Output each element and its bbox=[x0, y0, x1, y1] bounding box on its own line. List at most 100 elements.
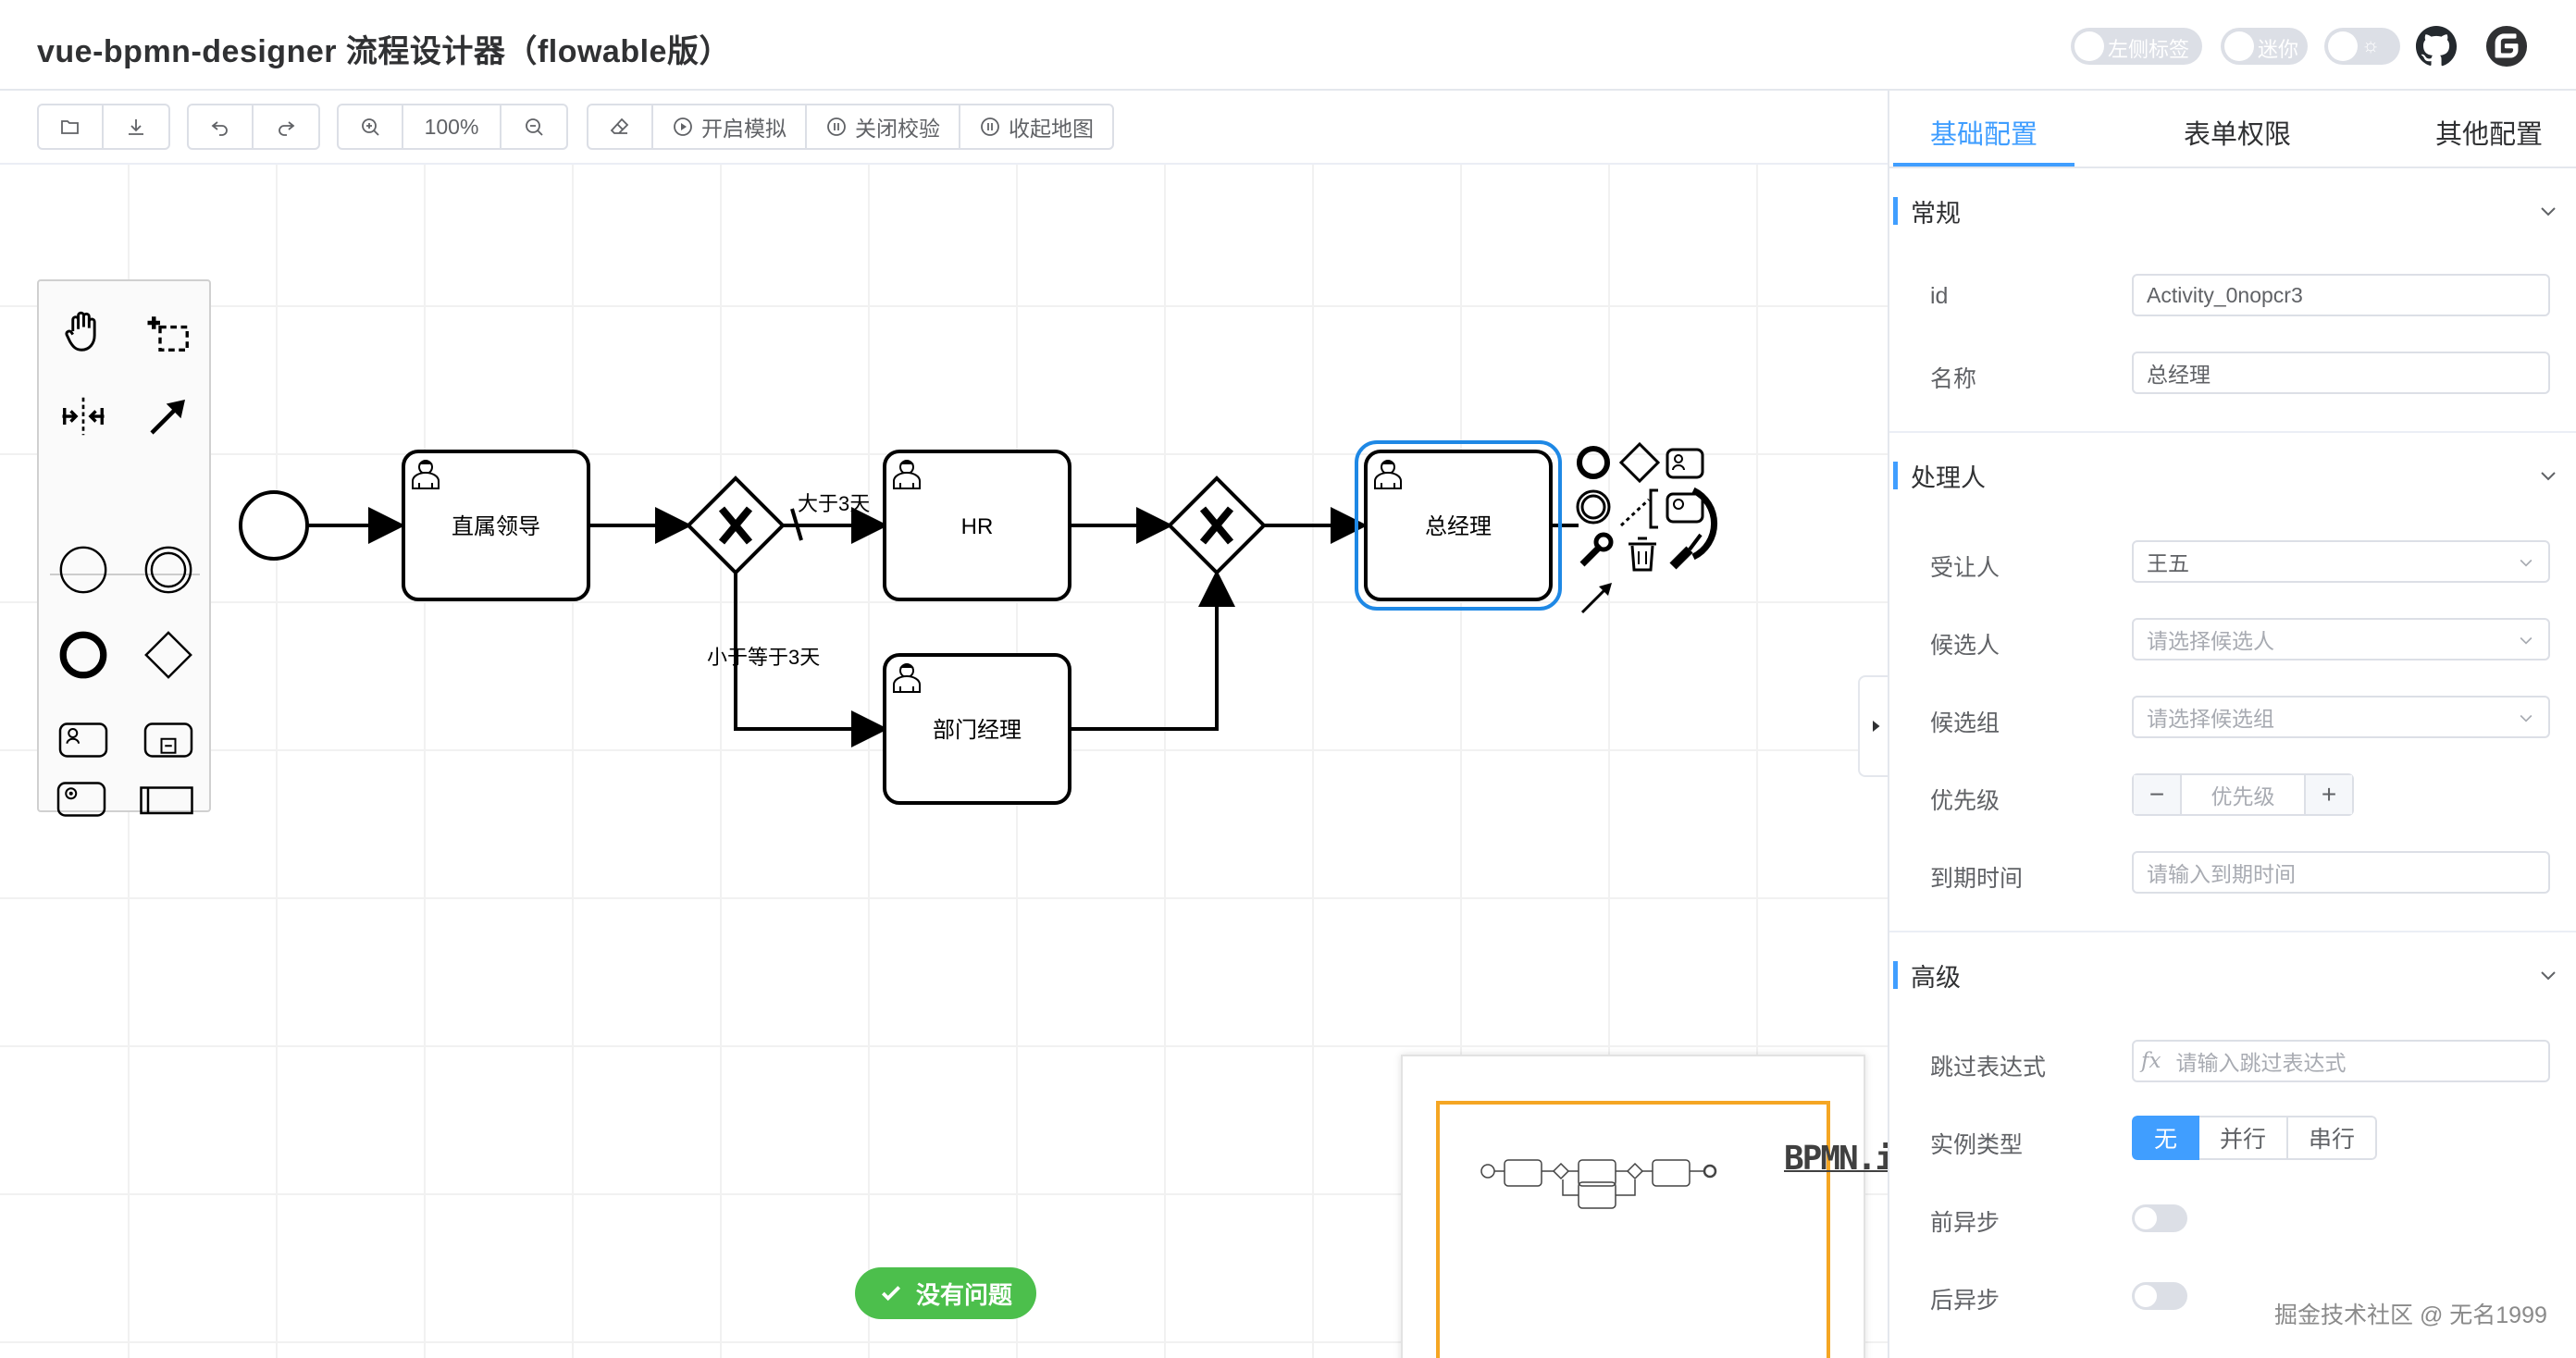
assignee-value: 王五 bbox=[2147, 551, 2189, 575]
global-connect-tool[interactable] bbox=[131, 379, 205, 453]
section-general-header[interactable]: 常规 bbox=[1893, 194, 1961, 228]
properties-panel: 基础配置 表单权限 其他配置 常规 id Activity_0nopcr3 名称… bbox=[1888, 91, 2576, 1358]
chevron-down-icon[interactable] bbox=[2537, 200, 2559, 222]
gateway-icon bbox=[144, 631, 192, 679]
github-icon[interactable] bbox=[2415, 25, 2458, 68]
clear-button[interactable] bbox=[588, 105, 653, 148]
exclusive-gateway-join[interactable] bbox=[1167, 475, 1267, 575]
append-service-task-icon[interactable] bbox=[1666, 492, 1704, 524]
bpmn-io-logo[interactable]: BPMN.io bbox=[1784, 1140, 1888, 1178]
bpmn-canvas[interactable]: 直属领导 HR 部门经理 总经理 大于3天 小于等于3天 没有问题 BPMN.i bbox=[0, 165, 1888, 1358]
tab-form-permissions[interactable]: 表单权限 bbox=[2184, 113, 2291, 152]
instance-type-none[interactable]: 无 bbox=[2132, 1116, 2200, 1160]
task-leader[interactable]: 直属领导 bbox=[402, 450, 590, 601]
task-hr-label: HR bbox=[961, 514, 994, 539]
hand-tool[interactable] bbox=[46, 294, 120, 368]
flow-label-le3[interactable]: 小于等于3天 bbox=[707, 646, 820, 669]
validate-label: 关闭校验 bbox=[855, 117, 940, 141]
minimap-toggle-button[interactable]: 收起地图 bbox=[960, 105, 1112, 148]
panel-collapse-toggle[interactable] bbox=[1858, 675, 1891, 777]
redo-button[interactable] bbox=[254, 105, 318, 148]
task-gm[interactable]: 总经理 bbox=[1355, 440, 1562, 611]
create-pool[interactable] bbox=[130, 762, 204, 836]
space-tool[interactable] bbox=[46, 379, 120, 453]
chevron-down-icon[interactable] bbox=[2537, 464, 2559, 487]
candidate-groups-select[interactable]: 请选择候选组 bbox=[2132, 696, 2550, 738]
section-handler-header[interactable]: 处理人 bbox=[1893, 459, 1986, 492]
append-intermediate-event-icon[interactable] bbox=[1576, 489, 1611, 525]
flow-dept-gateway[interactable] bbox=[1070, 570, 1235, 731]
async-after-label: 后异步 bbox=[1930, 1288, 2000, 1314]
priority-label: 优先级 bbox=[1930, 788, 2000, 814]
theme-switch[interactable]: ☼ bbox=[2324, 28, 2400, 65]
eraser-icon bbox=[610, 117, 629, 134]
zoom-group: 100% bbox=[337, 104, 568, 150]
skip-expression-input[interactable]: fx 请输入跳过表达式 bbox=[2132, 1040, 2550, 1082]
validation-status-badge[interactable]: 没有问题 bbox=[855, 1267, 1036, 1319]
download-button[interactable] bbox=[104, 105, 168, 148]
folder-open-icon bbox=[61, 120, 79, 134]
instance-type-label: 实例类型 bbox=[1930, 1132, 2024, 1158]
id-label: id bbox=[1930, 283, 1949, 309]
connect-association-icon[interactable] bbox=[1619, 498, 1651, 527]
async-before-switch[interactable] bbox=[2132, 1204, 2187, 1232]
create-gateway[interactable] bbox=[131, 618, 205, 692]
subprocess-icon bbox=[143, 722, 193, 758]
priority-stepper: − 优先级 + bbox=[2132, 773, 2354, 816]
service-task-icon bbox=[56, 782, 106, 817]
priority-input[interactable]: 优先级 bbox=[2182, 775, 2304, 814]
wrench-icon[interactable] bbox=[1579, 532, 1614, 567]
start-event[interactable] bbox=[239, 490, 309, 561]
create-end-event[interactable] bbox=[46, 618, 120, 692]
section-divider bbox=[1889, 431, 2576, 433]
tab-basic-config[interactable]: 基础配置 bbox=[1930, 113, 2037, 152]
trash-icon[interactable] bbox=[1629, 537, 1656, 572]
simulate-button[interactable]: 开启模拟 bbox=[653, 105, 807, 148]
zoom-in-button[interactable] bbox=[339, 105, 403, 148]
candidate-users-select[interactable]: 请选择候选人 bbox=[2132, 618, 2550, 660]
priority-increase-button[interactable]: + bbox=[2304, 775, 2352, 814]
connect-arrow-icon[interactable] bbox=[1580, 583, 1612, 614]
async-after-switch[interactable] bbox=[2132, 1282, 2187, 1310]
lasso-tool[interactable] bbox=[131, 294, 205, 368]
create-start-event[interactable] bbox=[46, 533, 120, 607]
due-date-input[interactable]: 请输入到期时间 bbox=[2132, 851, 2550, 894]
text-annotation-icon[interactable] bbox=[1649, 488, 1658, 529]
task-hr[interactable]: HR bbox=[883, 450, 1071, 601]
task-dept[interactable]: 部门经理 bbox=[883, 653, 1071, 805]
instance-type-parallel[interactable]: 并行 bbox=[2199, 1116, 2289, 1160]
candidate-groups-label: 候选组 bbox=[1930, 710, 2000, 736]
chevron-down-icon[interactable] bbox=[2537, 964, 2559, 986]
candidate-groups-placeholder: 请选择候选组 bbox=[2147, 707, 2274, 731]
zoom-out-button[interactable] bbox=[502, 105, 566, 148]
mini-switch[interactable]: 迷你 bbox=[2221, 28, 2308, 65]
zoom-in-icon bbox=[362, 118, 379, 136]
connect-arrow-icon bbox=[150, 400, 185, 435]
paint-brush-icon[interactable] bbox=[1669, 533, 1703, 570]
validate-button[interactable]: 关闭校验 bbox=[807, 105, 960, 148]
name-input[interactable]: 总经理 bbox=[2132, 352, 2550, 394]
append-gateway-icon[interactable] bbox=[1618, 441, 1661, 484]
validation-status-text: 没有问题 bbox=[915, 1280, 1012, 1309]
create-service-task-item[interactable] bbox=[44, 762, 118, 836]
minimap[interactable] bbox=[1401, 1055, 1865, 1358]
create-intermediate-event[interactable] bbox=[131, 533, 205, 607]
assignee-select[interactable]: 王五 bbox=[2132, 540, 2550, 583]
check-icon bbox=[881, 1286, 900, 1302]
left-label-switch[interactable]: 左侧标签 bbox=[2071, 28, 2202, 65]
panel-tabs: 基础配置 表单权限 其他配置 bbox=[1889, 91, 2576, 168]
undo-icon bbox=[211, 121, 228, 136]
flow-label-gt3[interactable]: 大于3天 bbox=[798, 492, 870, 515]
tab-other-config[interactable]: 其他配置 bbox=[2435, 113, 2543, 152]
gitee-icon[interactable] bbox=[2485, 25, 2528, 68]
instance-type-sequential[interactable]: 串行 bbox=[2288, 1116, 2378, 1160]
open-file-button[interactable] bbox=[39, 105, 104, 148]
intermediate-event-icon bbox=[144, 546, 192, 594]
exclusive-gateway-split[interactable] bbox=[686, 475, 786, 575]
id-input[interactable]: Activity_0nopcr3 bbox=[2132, 274, 2550, 316]
priority-decrease-button[interactable]: − bbox=[2134, 775, 2182, 814]
undo-button[interactable] bbox=[189, 105, 254, 148]
append-end-event-icon[interactable] bbox=[1577, 446, 1610, 479]
section-advanced-header[interactable]: 高级 bbox=[1893, 958, 1961, 992]
append-user-task-icon[interactable] bbox=[1666, 448, 1704, 479]
